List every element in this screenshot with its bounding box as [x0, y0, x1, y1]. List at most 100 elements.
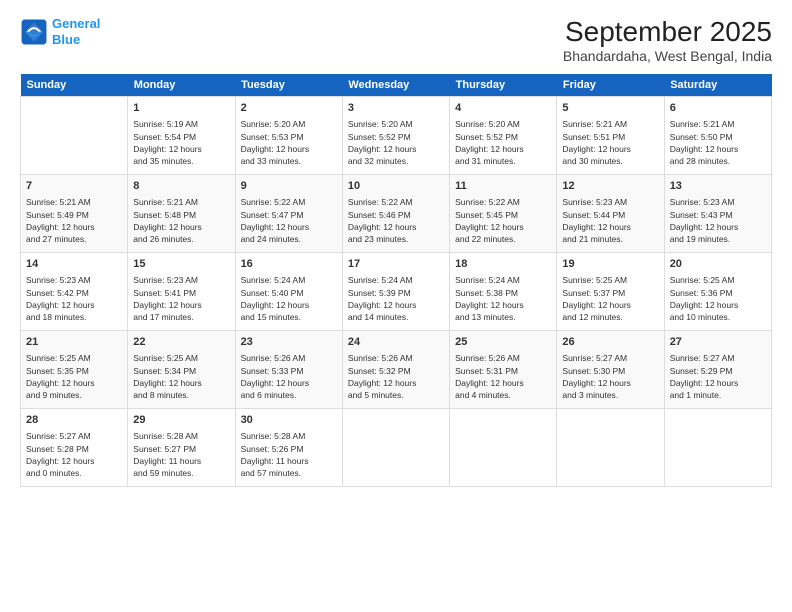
calendar-cell — [664, 409, 771, 487]
cell-info: Sunrise: 5:25 AMSunset: 5:36 PMDaylight:… — [670, 274, 766, 323]
calendar-cell: 29Sunrise: 5:28 AMSunset: 5:27 PMDayligh… — [128, 409, 235, 487]
cell-info: Sunrise: 5:23 AMSunset: 5:41 PMDaylight:… — [133, 274, 229, 323]
cell-info: Sunrise: 5:27 AMSunset: 5:29 PMDaylight:… — [670, 352, 766, 401]
cell-info: Sunrise: 5:28 AMSunset: 5:27 PMDaylight:… — [133, 430, 229, 479]
week-row-5: 28 Sunrise: 5:27 AMSunset: 5:28 PMDayligh… — [21, 409, 772, 487]
day-number: 27 — [670, 335, 766, 350]
day-number: 7 — [26, 179, 122, 194]
cell-info: Sunrise: 5:24 AMSunset: 5:38 PMDaylight:… — [455, 274, 551, 323]
calendar-cell: 2 Sunrise: 5:20 AMSunset: 5:53 PMDaylight… — [235, 97, 342, 175]
cell-info: Sunrise: 5:22 AMSunset: 5:45 PMDaylight:… — [455, 196, 551, 245]
calendar-cell — [450, 409, 557, 487]
page: General Blue September 2025 Bhandardaha,… — [0, 0, 792, 612]
day-number: 23 — [241, 335, 337, 350]
logo-line2: Blue — [52, 32, 80, 47]
calendar-cell: 17 Sunrise: 5:24 AMSunset: 5:39 PMDayligh… — [342, 253, 449, 331]
day-number: 4 — [455, 101, 551, 116]
calendar-cell — [557, 409, 664, 487]
day-number: 15 — [133, 257, 229, 272]
month-title: September 2025 — [563, 16, 772, 48]
day-number: 28 — [26, 413, 122, 428]
calendar-cell: 11Sunrise: 5:22 AMSunset: 5:45 PMDayligh… — [450, 175, 557, 253]
calendar-cell: 27 Sunrise: 5:27 AMSunset: 5:29 PMDayligh… — [664, 331, 771, 409]
calendar-cell: 26Sunrise: 5:27 AMSunset: 5:30 PMDayligh… — [557, 331, 664, 409]
calendar-cell: 13 Sunrise: 5:23 AMSunset: 5:43 PMDayligh… — [664, 175, 771, 253]
day-number: 12 — [562, 179, 658, 194]
calendar-cell: 14 Sunrise: 5:23 AMSunset: 5:42 PMDayligh… — [21, 253, 128, 331]
subtitle: Bhandardaha, West Bengal, India — [563, 48, 772, 64]
cell-info: Sunrise: 5:27 AMSunset: 5:30 PMDaylight:… — [562, 352, 658, 401]
logo-icon — [20, 18, 48, 46]
calendar-cell: 9 Sunrise: 5:22 AMSunset: 5:47 PMDaylight… — [235, 175, 342, 253]
calendar-cell: 16 Sunrise: 5:24 AMSunset: 5:40 PMDayligh… — [235, 253, 342, 331]
cell-info: Sunrise: 5:23 AMSunset: 5:43 PMDaylight:… — [670, 196, 766, 245]
day-number: 13 — [670, 179, 766, 194]
day-number: 10 — [348, 179, 444, 194]
cell-info: Sunrise: 5:21 AMSunset: 5:51 PMDaylight:… — [562, 118, 658, 167]
day-header-saturday: Saturday — [664, 74, 771, 97]
day-number: 17 — [348, 257, 444, 272]
logo: General Blue — [20, 16, 100, 47]
cell-info: Sunrise: 5:24 AMSunset: 5:40 PMDaylight:… — [241, 274, 337, 323]
cell-info: Sunrise: 5:25 AMSunset: 5:37 PMDaylight:… — [562, 274, 658, 323]
logo-text: General Blue — [52, 16, 100, 47]
calendar-cell: 30Sunrise: 5:28 AMSunset: 5:26 PMDayligh… — [235, 409, 342, 487]
cell-info: Sunrise: 5:20 AMSunset: 5:53 PMDaylight:… — [241, 118, 337, 167]
day-number: 20 — [670, 257, 766, 272]
day-header-thursday: Thursday — [450, 74, 557, 97]
calendar-cell: 3 Sunrise: 5:20 AMSunset: 5:52 PMDaylight… — [342, 97, 449, 175]
cell-info: Sunrise: 5:26 AMSunset: 5:31 PMDaylight:… — [455, 352, 551, 401]
cell-info: Sunrise: 5:26 AMSunset: 5:33 PMDaylight:… — [241, 352, 337, 401]
calendar-cell: 1Sunrise: 5:19 AMSunset: 5:54 PMDaylight… — [128, 97, 235, 175]
cell-info: Sunrise: 5:22 AMSunset: 5:47 PMDaylight:… — [241, 196, 337, 245]
day-number: 16 — [241, 257, 337, 272]
title-block: September 2025 Bhandardaha, West Bengal,… — [563, 16, 772, 64]
week-row-1: 1Sunrise: 5:19 AMSunset: 5:54 PMDaylight… — [21, 97, 772, 175]
day-header-wednesday: Wednesday — [342, 74, 449, 97]
calendar-cell: 28 Sunrise: 5:27 AMSunset: 5:28 PMDayligh… — [21, 409, 128, 487]
day-header-tuesday: Tuesday — [235, 74, 342, 97]
calendar-cell: 10 Sunrise: 5:22 AMSunset: 5:46 PMDayligh… — [342, 175, 449, 253]
calendar-cell: 22Sunrise: 5:25 AMSunset: 5:34 PMDayligh… — [128, 331, 235, 409]
calendar-cell — [342, 409, 449, 487]
day-header-monday: Monday — [128, 74, 235, 97]
day-number: 9 — [241, 179, 337, 194]
cell-info: Sunrise: 5:26 AMSunset: 5:32 PMDaylight:… — [348, 352, 444, 401]
cell-info: Sunrise: 5:27 AMSunset: 5:28 PMDaylight:… — [26, 430, 122, 479]
cell-info: Sunrise: 5:22 AMSunset: 5:46 PMDaylight:… — [348, 196, 444, 245]
day-number: 1 — [133, 101, 229, 116]
calendar-cell: 20 Sunrise: 5:25 AMSunset: 5:36 PMDayligh… — [664, 253, 771, 331]
cell-info: Sunrise: 5:23 AMSunset: 5:44 PMDaylight:… — [562, 196, 658, 245]
day-number: 2 — [241, 101, 337, 116]
calendar-cell: 24Sunrise: 5:26 AMSunset: 5:32 PMDayligh… — [342, 331, 449, 409]
calendar-cell: 19 Sunrise: 5:25 AMSunset: 5:37 PMDayligh… — [557, 253, 664, 331]
day-number: 22 — [133, 335, 229, 350]
day-number: 19 — [562, 257, 658, 272]
calendar-cell: 18Sunrise: 5:24 AMSunset: 5:38 PMDayligh… — [450, 253, 557, 331]
logo-line1: General — [52, 16, 100, 31]
cell-info: Sunrise: 5:20 AMSunset: 5:52 PMDaylight:… — [455, 118, 551, 167]
calendar-cell: 15 Sunrise: 5:23 AMSunset: 5:41 PMDayligh… — [128, 253, 235, 331]
week-row-4: 21 Sunrise: 5:25 AMSunset: 5:35 PMDayligh… — [21, 331, 772, 409]
calendar-cell: 4 Sunrise: 5:20 AMSunset: 5:52 PMDaylight… — [450, 97, 557, 175]
day-number: 6 — [670, 101, 766, 116]
calendar-cell: 7 Sunrise: 5:21 AMSunset: 5:49 PMDaylight… — [21, 175, 128, 253]
day-number: 8 — [133, 179, 229, 194]
cell-info: Sunrise: 5:24 AMSunset: 5:39 PMDaylight:… — [348, 274, 444, 323]
calendar-table: SundayMondayTuesdayWednesdayThursdayFrid… — [20, 74, 772, 487]
week-row-3: 14 Sunrise: 5:23 AMSunset: 5:42 PMDayligh… — [21, 253, 772, 331]
day-number: 14 — [26, 257, 122, 272]
cell-info: Sunrise: 5:21 AMSunset: 5:48 PMDaylight:… — [133, 196, 229, 245]
cell-info: Sunrise: 5:21 AMSunset: 5:49 PMDaylight:… — [26, 196, 122, 245]
calendar-cell: 5Sunrise: 5:21 AMSunset: 5:51 PMDaylight… — [557, 97, 664, 175]
cell-info: Sunrise: 5:23 AMSunset: 5:42 PMDaylight:… — [26, 274, 122, 323]
cell-info: Sunrise: 5:21 AMSunset: 5:50 PMDaylight:… — [670, 118, 766, 167]
day-header-friday: Friday — [557, 74, 664, 97]
cell-info: Sunrise: 5:25 AMSunset: 5:35 PMDaylight:… — [26, 352, 122, 401]
day-number: 21 — [26, 335, 122, 350]
calendar-cell: 12 Sunrise: 5:23 AMSunset: 5:44 PMDayligh… — [557, 175, 664, 253]
calendar-cell: 6 Sunrise: 5:21 AMSunset: 5:50 PMDaylight… — [664, 97, 771, 175]
day-number: 3 — [348, 101, 444, 116]
cell-info: Sunrise: 5:20 AMSunset: 5:52 PMDaylight:… — [348, 118, 444, 167]
cell-info: Sunrise: 5:28 AMSunset: 5:26 PMDaylight:… — [241, 430, 337, 479]
